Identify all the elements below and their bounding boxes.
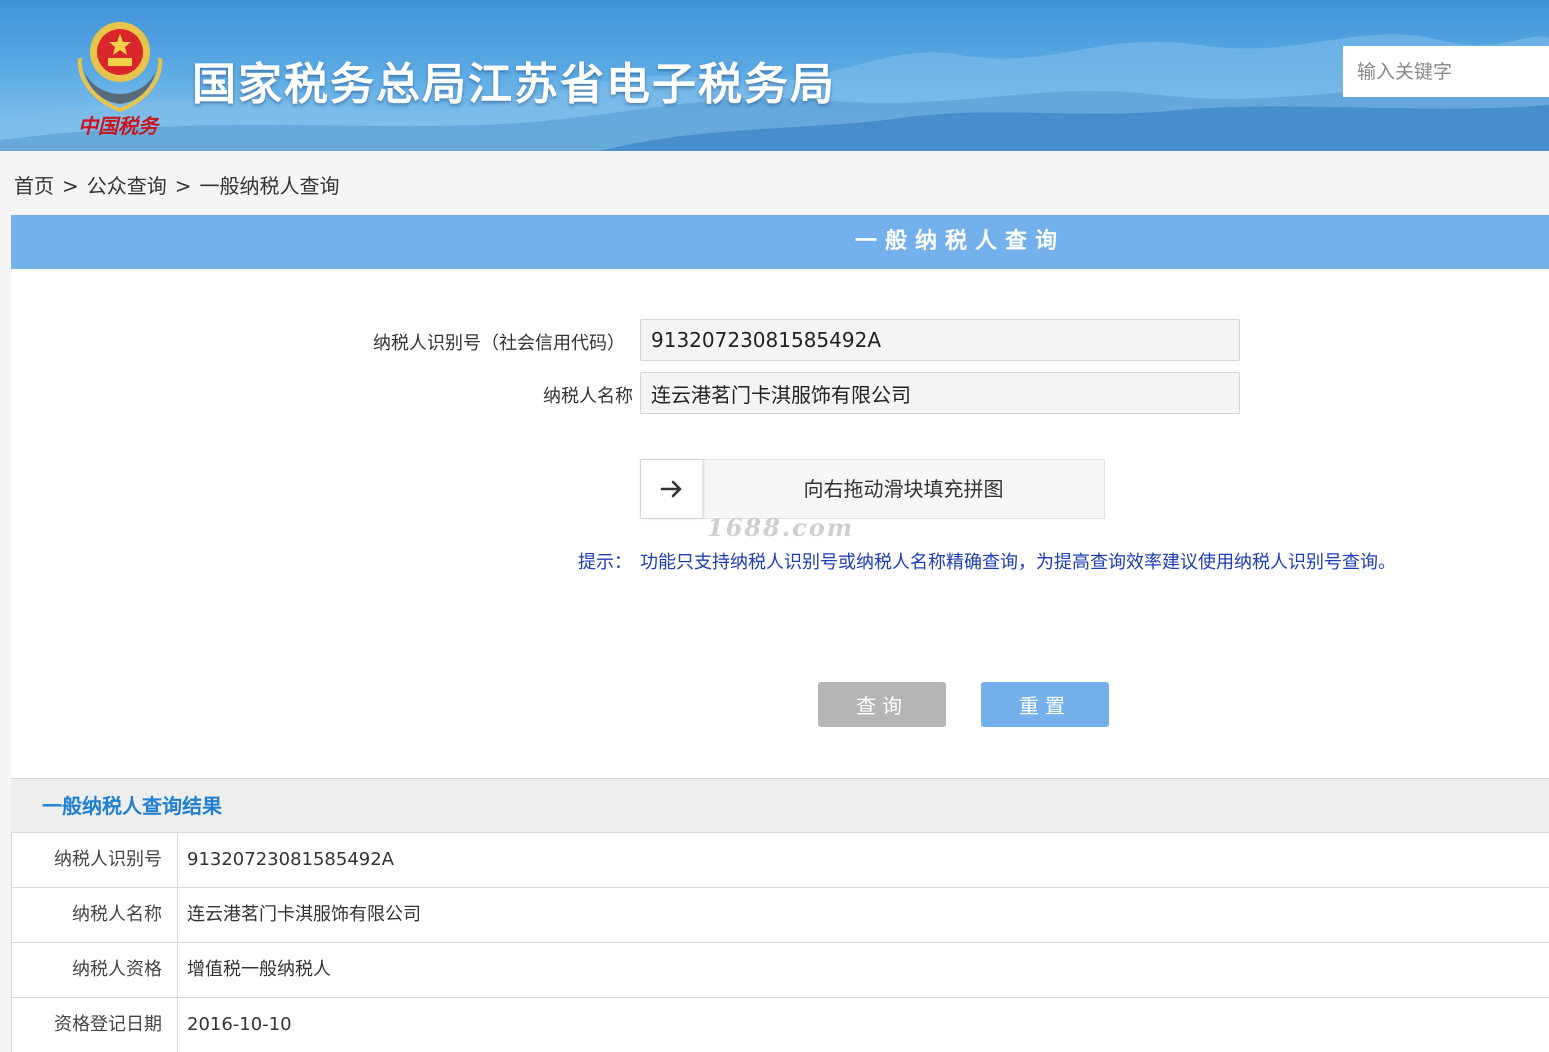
table-row: 纳税人名称 连云港茗门卡淇服饰有限公司 xyxy=(11,888,1549,943)
row-key: 资格登记日期 xyxy=(12,998,178,1052)
row-value: 连云港茗门卡淇服饰有限公司 xyxy=(187,904,421,925)
query-panel-header: 一般纳税人查询 xyxy=(11,215,1549,269)
row-value: 增值税一般纳税人 xyxy=(187,959,331,980)
site-title: 国家税务总局江苏省电子税务局 xyxy=(192,59,836,110)
taxpayer-name-input[interactable] xyxy=(640,372,1240,414)
breadcrumb-separator: > xyxy=(62,174,79,198)
taxpayer-name-label: 纳税人名称 xyxy=(543,386,633,407)
breadcrumb-current: 一般纳税人查询 xyxy=(199,174,340,198)
hint-label: 提示： xyxy=(578,552,632,573)
taxpayer-id-input[interactable] xyxy=(640,319,1240,361)
query-panel: 一般纳税人查询 纳税人识别号（社会信用代码） 纳税人名称 向右拖动滑块填充拼图 … xyxy=(11,215,1549,779)
results-header: 一般纳税人查询结果 xyxy=(11,779,1549,833)
arrow-right-icon xyxy=(660,480,681,498)
breadcrumb-separator: > xyxy=(174,174,192,198)
slider-handle[interactable] xyxy=(641,460,703,518)
row-value: 2016-10-10 xyxy=(187,1014,292,1035)
table-row: 资格登记日期 2016-10-10 xyxy=(11,998,1549,1052)
row-value: 91320723081585492A xyxy=(187,849,394,870)
search-input[interactable] xyxy=(1343,46,1549,97)
results-title: 一般纳税人查询结果 xyxy=(42,794,222,818)
query-panel-title: 一般纳税人查询 xyxy=(854,229,1065,254)
row-key: 纳税人识别号 xyxy=(12,833,178,887)
logo-text: 中国税务 xyxy=(78,114,158,138)
reset-button[interactable]: 重置 xyxy=(981,682,1109,727)
row-key: 纳税人资格 xyxy=(12,943,178,997)
breadcrumb: 首页 > 公众查询 > 一般纳税人查询 xyxy=(14,170,340,199)
table-row: 纳税人资格 增值税一般纳税人 xyxy=(11,943,1549,998)
results-section: 一般纳税人查询结果 纳税人识别号 91320723081585492A 纳税人名… xyxy=(11,778,1549,1052)
hint-text: 功能只支持纳税人识别号或纳税人名称精确查询，为提高查询效率建议使用纳税人识别号查… xyxy=(640,552,1396,573)
row-key: 纳税人名称 xyxy=(12,888,178,942)
breadcrumb-home-link[interactable]: 首页 xyxy=(14,174,54,198)
query-button[interactable]: 查询 xyxy=(818,682,946,727)
breadcrumb-public-query-link[interactable]: 公众查询 xyxy=(87,174,167,198)
header-banner: 中国税务 国家税务总局江苏省电子税务局 xyxy=(0,0,1549,151)
watermark-text: 1688.com xyxy=(707,513,855,542)
slider-captcha[interactable]: 向右拖动滑块填充拼图 xyxy=(640,459,1105,519)
table-row: 纳税人识别号 91320723081585492A xyxy=(11,833,1549,888)
taxpayer-id-label: 纳税人识别号（社会信用代码） xyxy=(373,333,625,354)
slider-instruction: 向右拖动滑块填充拼图 xyxy=(803,477,1004,501)
